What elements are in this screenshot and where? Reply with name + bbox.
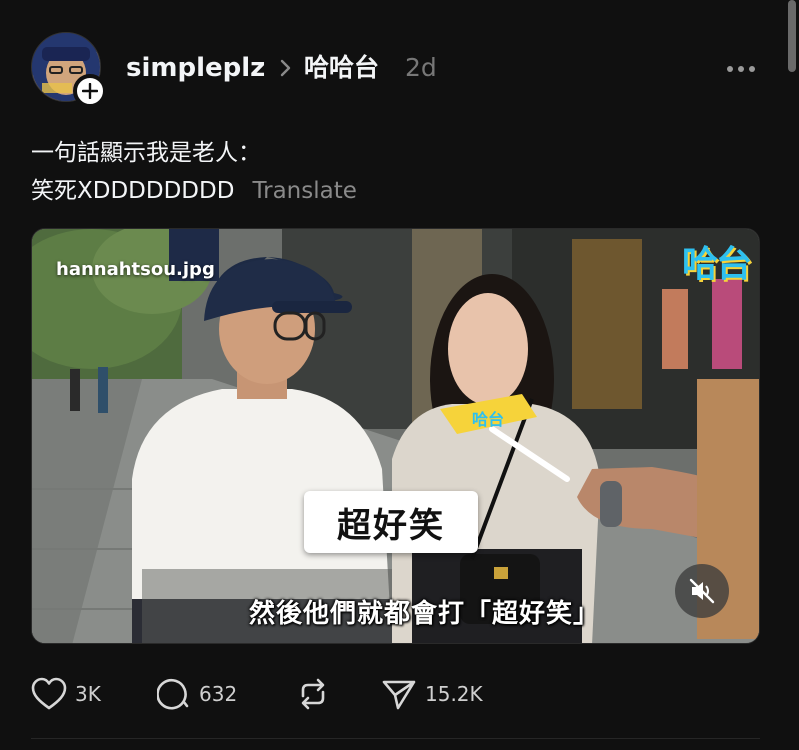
post-body: 一句話顯示我是老人： 笑死XDDDDDDDD Translate [31,134,751,210]
post-timestamp: 2d [405,53,437,82]
mute-toggle-button[interactable] [675,564,729,618]
reply-button[interactable]: 632 [157,674,237,714]
post-divider [31,738,760,739]
post-video[interactable]: 哈台 hannahtsou.jpg 哈台 超好笑 然後他們就都會打「超好笑」 [31,228,760,644]
post-text-line-1: 一句話顯示我是老人： [31,140,261,166]
author-avatar-group[interactable] [31,32,107,108]
channel-name[interactable]: 哈哈台 [304,50,379,86]
plus-icon [82,83,98,99]
translate-link[interactable]: Translate [252,178,356,204]
more-options-button[interactable] [722,56,760,82]
reply-count: 632 [199,682,238,706]
like-count: 3K [75,682,101,706]
repost-icon [301,678,325,710]
image-watermark: hannahtsou.jpg [56,259,215,280]
like-button[interactable]: 3K [31,674,101,714]
video-subtitle: 然後他們就都會打「超好笑」 [248,599,600,629]
post-text-line-2-content: 笑死XDDDDDDDD [31,178,235,204]
send-icon [382,680,416,710]
share-count: 15.2K [425,682,483,706]
author-username[interactable]: simpleplz [126,50,265,86]
channel-logo: 哈台 [682,244,752,285]
caption-sign: 超好笑 [304,491,478,553]
scrollbar[interactable] [788,0,796,72]
post-text-line-2: 笑死XDDDDDDDD Translate [31,172,751,210]
post-header: simpleplz 哈哈台 2d [0,0,799,120]
svg-text:哈台: 哈台 [472,410,504,429]
heart-icon [31,677,67,710]
repost-button[interactable] [295,674,331,714]
chevron-right-icon [280,59,291,77]
more-horizontal-icon [727,66,755,72]
video-frame: 哈台 [32,229,759,643]
follow-button[interactable] [73,74,107,108]
volume-muted-icon [689,578,715,604]
post-actions: 3K 632 15.2K [31,674,731,714]
comment-icon [157,678,189,710]
share-button[interactable]: 15.2K [381,674,483,714]
